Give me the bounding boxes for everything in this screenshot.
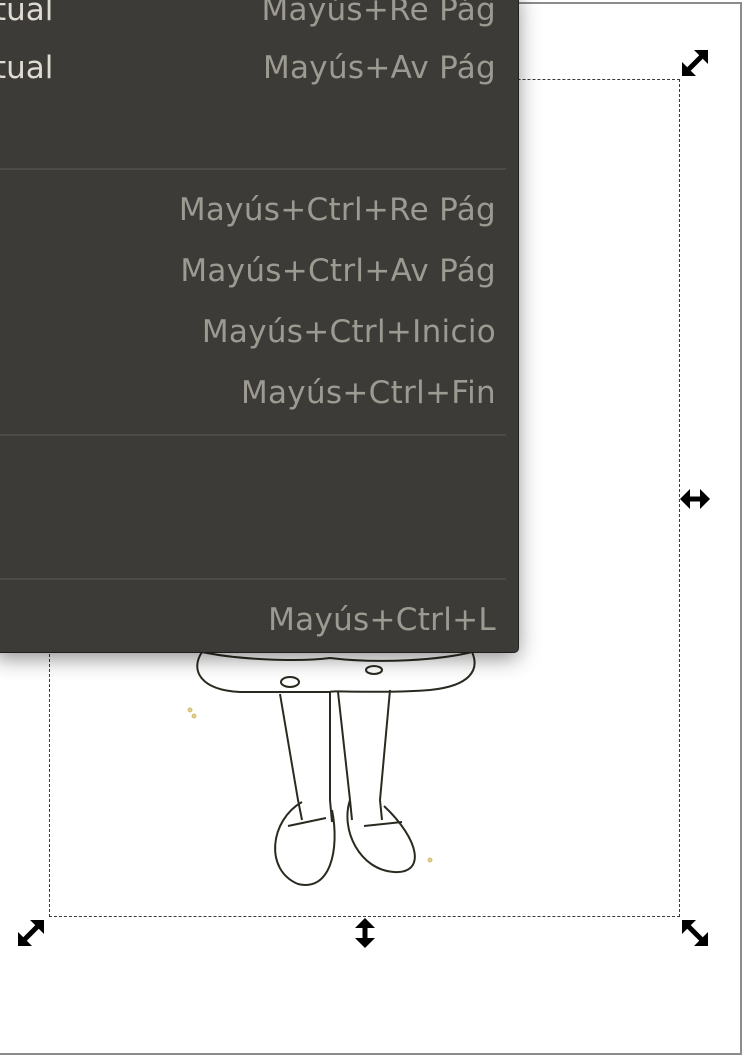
menu-separator <box>0 578 506 580</box>
menu-item-accelerator: Mayús+Ctrl+Re Pág <box>178 192 496 228</box>
resize-diagonal-icon[interactable] <box>14 916 48 950</box>
context-menu: tual Mayús+Re Pág tual Mayús+Av Pág Mayú… <box>0 0 518 652</box>
menu-separator <box>0 434 506 436</box>
menu-item-accelerator: Mayús+Ctrl+Fin <box>240 375 496 411</box>
resize-diagonal-icon[interactable] <box>678 916 712 950</box>
menu-item-accelerator: Mayús+Ctrl+Inicio <box>201 314 496 350</box>
resize-vertical-icon[interactable] <box>348 916 382 950</box>
menu-item-accelerator: Mayús+Ctrl+L <box>268 602 496 638</box>
menu-item-label: tual <box>0 0 54 28</box>
resize-horizontal-icon[interactable] <box>678 482 712 516</box>
menu-item-previous-page[interactable]: tual Mayús+Re Pág <box>0 0 518 40</box>
girl-sketch-drawing[interactable] <box>180 630 500 900</box>
menu-separator <box>0 168 506 170</box>
menu-item-move-page-first[interactable]: Mayús+Ctrl+Inicio <box>0 306 518 362</box>
menu-item-next-page[interactable]: tual Mayús+Av Pág <box>0 42 518 98</box>
menu-item-accelerator: Mayús+Re Pág <box>261 0 496 28</box>
resize-diagonal-icon[interactable] <box>678 46 712 80</box>
menu-item-move-page-up[interactable]: Mayús+Ctrl+Re Pág <box>0 184 518 240</box>
menu-item-blank[interactable] <box>0 450 518 506</box>
menu-item-move-page-down[interactable]: Mayús+Ctrl+Av Pág <box>0 245 518 301</box>
menu-item-accelerator: Mayús+Av Pág <box>262 50 496 86</box>
menu-item-move-page-last[interactable]: Mayús+Ctrl+Fin <box>0 367 518 423</box>
menu-item-label: tual <box>0 50 54 86</box>
menu-item-blank[interactable] <box>0 102 518 158</box>
menu-item-blank[interactable] <box>0 510 518 566</box>
menu-item-accelerator: Mayús+Ctrl+Av Pág <box>180 253 496 289</box>
menu-item-lock-page[interactable]: Mayús+Ctrl+L <box>0 594 518 650</box>
